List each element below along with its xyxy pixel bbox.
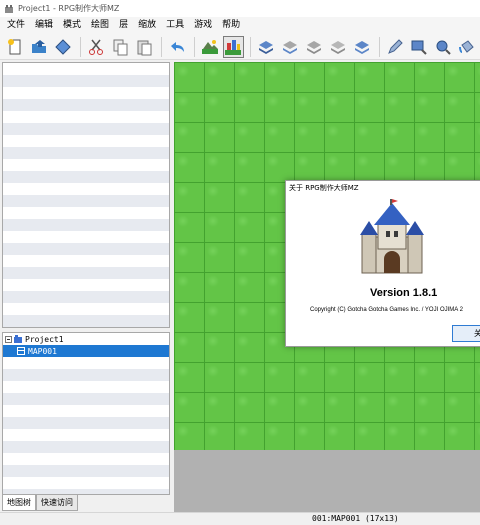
collapse-toggle-icon[interactable] — [5, 335, 12, 343]
tree-item-project[interactable]: Project1 — [3, 333, 169, 345]
pencil-button[interactable] — [384, 36, 406, 58]
toolbar-separator — [379, 36, 381, 57]
castle-logo-icon — [360, 199, 424, 274]
toolbar-separator — [79, 36, 81, 57]
fill-button[interactable] — [456, 36, 478, 58]
map-mode-button[interactable] — [199, 36, 221, 58]
toolbar-separator — [193, 36, 195, 57]
tree-item-map[interactable]: MAP001 — [3, 345, 169, 357]
layer-b-icon — [283, 40, 298, 54]
new-project-button[interactable] — [4, 36, 26, 58]
menu-file[interactable]: 文件 — [2, 17, 30, 34]
menu-help[interactable]: 帮助 — [217, 17, 245, 34]
undo-icon — [170, 41, 184, 52]
rectangle-button[interactable] — [408, 36, 430, 58]
event-mode-icon — [225, 39, 242, 55]
save-project-icon — [55, 38, 71, 55]
layer-auto-button[interactable] — [351, 36, 373, 58]
menu-tools[interactable]: 工具 — [161, 17, 189, 34]
layer-b-button[interactable] — [279, 36, 301, 58]
project-icon — [14, 335, 22, 343]
tab-quick-access[interactable]: 快速访问 — [36, 495, 78, 511]
paste-icon — [137, 40, 152, 55]
menu-draw[interactable]: 绘图 — [86, 17, 114, 34]
map-label: MAP001 — [28, 346, 57, 356]
tab-map-tree[interactable]: 地图树 — [2, 495, 36, 511]
layer-d-icon — [331, 40, 346, 54]
copy-button[interactable] — [109, 36, 131, 58]
left-tabs: 地图树 快速访问 — [2, 495, 78, 511]
undo-button[interactable] — [166, 36, 188, 58]
title-bar: Project1 - RPG制作大师MZ — [0, 0, 480, 17]
paste-button[interactable] — [133, 36, 155, 58]
menu-layer[interactable]: 层 — [114, 17, 133, 34]
ellipse-button[interactable] — [432, 36, 454, 58]
map-icon — [17, 347, 25, 355]
app-icon — [5, 4, 13, 13]
menu-bar: 文件 编辑 模式 绘图 层 缩放 工具 游戏 帮助 — [0, 17, 480, 34]
menu-mode[interactable]: 模式 — [58, 17, 86, 34]
window-title: Project1 - RPG制作大师MZ — [18, 4, 120, 13]
map-mode-icon — [201, 39, 218, 54]
save-project-button[interactable] — [52, 36, 74, 58]
fill-icon — [458, 39, 474, 53]
layer-a-button[interactable] — [255, 36, 277, 58]
about-dialog: 关于 RPG制作大师MZ Version 1.8.1 Copyright (C)… — [285, 180, 480, 347]
project-label: Project1 — [25, 334, 64, 344]
layer-c-icon — [307, 40, 322, 54]
open-project-icon — [31, 39, 46, 53]
status-bar: 001:MAP001 (17x13) — [0, 512, 480, 525]
toolbar-separator — [250, 36, 252, 57]
tile-palette-panel[interactable] — [2, 62, 170, 328]
cut-icon — [88, 39, 103, 55]
ellipse-icon — [436, 40, 451, 55]
layer-auto-icon — [355, 40, 370, 54]
version-text: Version 1.8.1 — [370, 287, 438, 299]
event-mode-button[interactable] — [222, 35, 245, 58]
rectangle-icon — [411, 40, 427, 55]
cut-button[interactable] — [85, 36, 107, 58]
layer-c-button[interactable] — [303, 36, 325, 58]
menu-edit[interactable]: 编辑 — [30, 17, 58, 34]
open-project-button[interactable] — [28, 36, 50, 58]
map-tree-panel[interactable]: Project1 MAP001 — [2, 332, 170, 495]
layer-a-icon — [259, 40, 274, 54]
map-info-status: 001:MAP001 (17x13) — [312, 514, 399, 523]
menu-zoom[interactable]: 缩放 — [133, 17, 161, 34]
layer-d-button[interactable] — [327, 36, 349, 58]
toolbar — [0, 34, 480, 60]
dialog-title: 关于 RPG制作大师MZ — [286, 181, 480, 195]
close-button[interactable]: 关 — [452, 325, 480, 342]
pencil-icon — [388, 38, 403, 54]
toolbar-separator — [160, 36, 162, 57]
copyright-text: Copyright (C) Gotcha Gotcha Games Inc. /… — [310, 307, 463, 313]
copy-icon — [113, 39, 128, 55]
new-project-icon — [7, 38, 21, 54]
menu-game[interactable]: 游戏 — [189, 17, 217, 34]
